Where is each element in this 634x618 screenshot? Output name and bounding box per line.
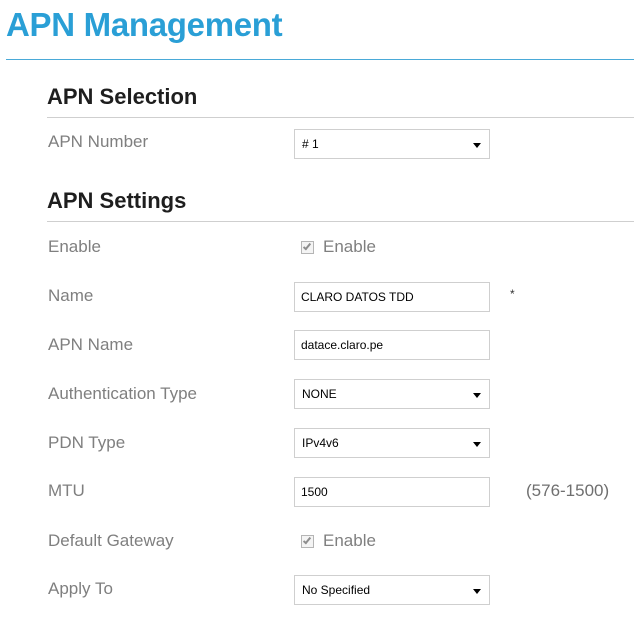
- apn-settings-divider: [47, 221, 634, 222]
- default-gateway-label: Default Gateway: [48, 531, 174, 550]
- enable-checkbox[interactable]: [301, 240, 314, 254]
- enable-label: Enable: [48, 237, 101, 256]
- enable-checkbox-label: Enable: [323, 237, 376, 256]
- apn-name-input[interactable]: [294, 330, 490, 360]
- enable-checkbox-group[interactable]: Enable: [301, 237, 376, 257]
- chevron-down-icon: [473, 143, 481, 148]
- authentication-type-select[interactable]: NONE: [294, 379, 490, 409]
- apn-selection-heading: APN Selection: [47, 84, 198, 109]
- chevron-down-icon: [473, 393, 481, 398]
- title-divider: [6, 59, 634, 60]
- chevron-down-icon: [473, 442, 481, 447]
- required-marker: *: [510, 287, 515, 301]
- chevron-down-icon: [473, 589, 481, 594]
- default-gateway-checkbox-label: Enable: [323, 531, 376, 550]
- page-title: APN Management: [6, 6, 283, 43]
- default-gateway-checkbox-group[interactable]: Enable: [301, 531, 376, 551]
- apn-number-value: # 1: [302, 137, 319, 151]
- apn-selection-divider: [47, 117, 634, 118]
- check-icon: [302, 241, 312, 250]
- apn-settings-heading: APN Settings: [47, 188, 187, 213]
- mtu-label: MTU: [48, 481, 85, 500]
- apply-to-value: No Specified: [302, 583, 371, 597]
- apply-to-select[interactable]: No Specified: [294, 575, 490, 605]
- authentication-type-value: NONE: [302, 387, 337, 401]
- name-input[interactable]: [294, 282, 490, 312]
- mtu-input[interactable]: [294, 477, 490, 507]
- apn-number-label: APN Number: [48, 132, 149, 151]
- pdn-type-label: PDN Type: [48, 433, 126, 452]
- name-label: Name: [48, 286, 94, 305]
- authentication-type-label: Authentication Type: [48, 384, 198, 403]
- check-icon: [302, 535, 312, 544]
- pdn-type-select[interactable]: IPv4v6: [294, 428, 490, 458]
- default-gateway-checkbox[interactable]: [301, 534, 314, 548]
- pdn-type-value: IPv4v6: [302, 436, 339, 450]
- apn-name-label: APN Name: [48, 335, 134, 354]
- mtu-range-hint: (576-1500): [526, 481, 610, 500]
- apply-to-label: Apply To: [48, 579, 113, 598]
- apn-number-select[interactable]: # 1: [294, 129, 490, 159]
